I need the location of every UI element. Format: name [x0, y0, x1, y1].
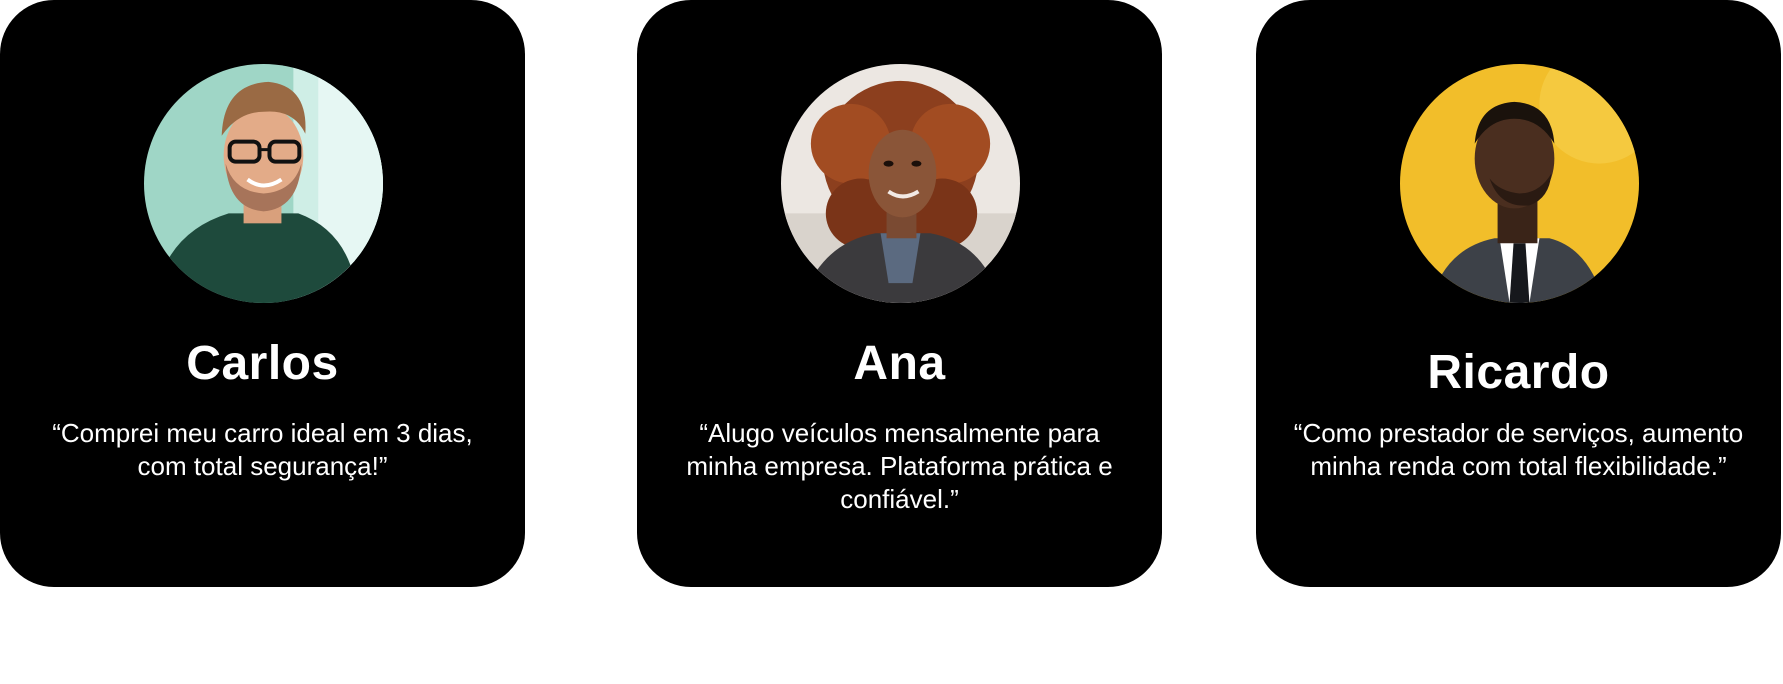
testimonial-card-ricardo: Ricardo “Como prestador de serviços, aum…	[1256, 0, 1781, 587]
avatar-photo-ana	[780, 64, 1020, 303]
avatar-photo-carlos	[143, 64, 383, 303]
avatar	[780, 64, 1020, 303]
testimonial-quote: “Comprei meu carro ideal em 3 dias, com …	[52, 418, 473, 481]
testimonial-card-carlos: Carlos “Comprei meu carro ideal em 3 dia…	[0, 0, 525, 587]
testimonial-quote: “Como prestador de serviços, aumento min…	[1293, 418, 1744, 481]
avatar	[1399, 64, 1639, 303]
testimonial-name: Ana	[853, 337, 946, 390]
avatar	[143, 64, 383, 303]
testimonial-name: Carlos	[186, 337, 339, 390]
testimonial-name: Ricardo	[1427, 346, 1610, 399]
testimonial-quote: “Alugo veículos mensalmente para minha e…	[686, 418, 1113, 514]
avatar-photo-ricardo	[1399, 64, 1639, 303]
testimonial-card-ana: Ana “Alugo veículos mensalmente para min…	[637, 0, 1162, 587]
